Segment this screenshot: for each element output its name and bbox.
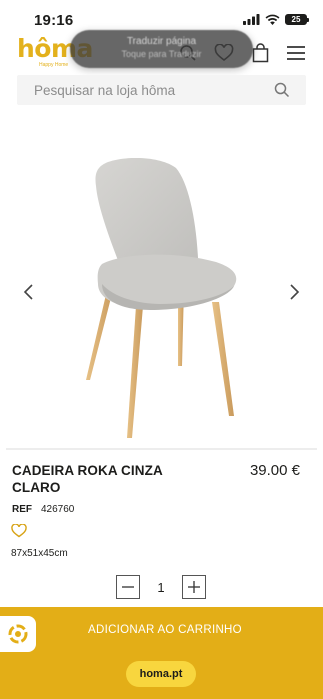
- logo-tagline: Happy Home: [39, 62, 69, 68]
- increase-quantity-button[interactable]: [182, 575, 206, 599]
- chat-support-button[interactable]: [0, 616, 36, 652]
- wifi-icon: [265, 14, 280, 25]
- chat-support-icon: [8, 624, 28, 644]
- decrease-quantity-button[interactable]: [116, 575, 140, 599]
- product-title: CADEIRA ROKA CINZA CLARO: [12, 463, 163, 495]
- translate-popup-subtitle: Toque para Traduzir: [121, 49, 202, 59]
- ref-value: 426760: [41, 504, 75, 515]
- chevron-left-icon[interactable]: [22, 283, 36, 301]
- product-dimensions: 87x51x45cm: [11, 548, 68, 559]
- add-to-cart-label: ADICIONAR AO CARRINHO: [88, 624, 242, 636]
- search-input[interactable]: [17, 75, 267, 105]
- translate-popup[interactable]: Traduzir página Toque para Traduzir: [70, 30, 253, 68]
- status-icons: 25: [243, 14, 309, 25]
- add-to-wishlist-heart-icon[interactable]: [11, 524, 27, 538]
- quantity-stepper: 1: [116, 575, 206, 599]
- battery-level: 25: [291, 15, 301, 24]
- cellular-signal-icon: [243, 14, 260, 25]
- quantity-value[interactable]: 1: [140, 580, 182, 595]
- search-icon[interactable]: [274, 82, 290, 98]
- product-image: [86, 158, 237, 438]
- divider: [6, 448, 317, 450]
- product-price: 39.00 €: [249, 462, 300, 479]
- battery-icon: 25: [285, 14, 309, 25]
- plus-icon: [188, 581, 200, 593]
- search-bar: [17, 75, 306, 105]
- product-page: 19:16 25 hôma Happy Home Traduzir página…: [0, 0, 323, 699]
- minus-icon: [122, 586, 134, 588]
- ref-label: REF: [12, 504, 32, 515]
- chevron-right-icon[interactable]: [287, 283, 301, 301]
- translate-popup-title: Traduzir página: [126, 36, 197, 47]
- browser-url-pill[interactable]: homa.pt: [126, 661, 196, 687]
- product-ref: REF 426760: [12, 504, 74, 515]
- status-time: 19:16: [34, 12, 74, 29]
- product-gallery: [0, 130, 323, 448]
- hamburger-menu-icon[interactable]: [285, 42, 307, 64]
